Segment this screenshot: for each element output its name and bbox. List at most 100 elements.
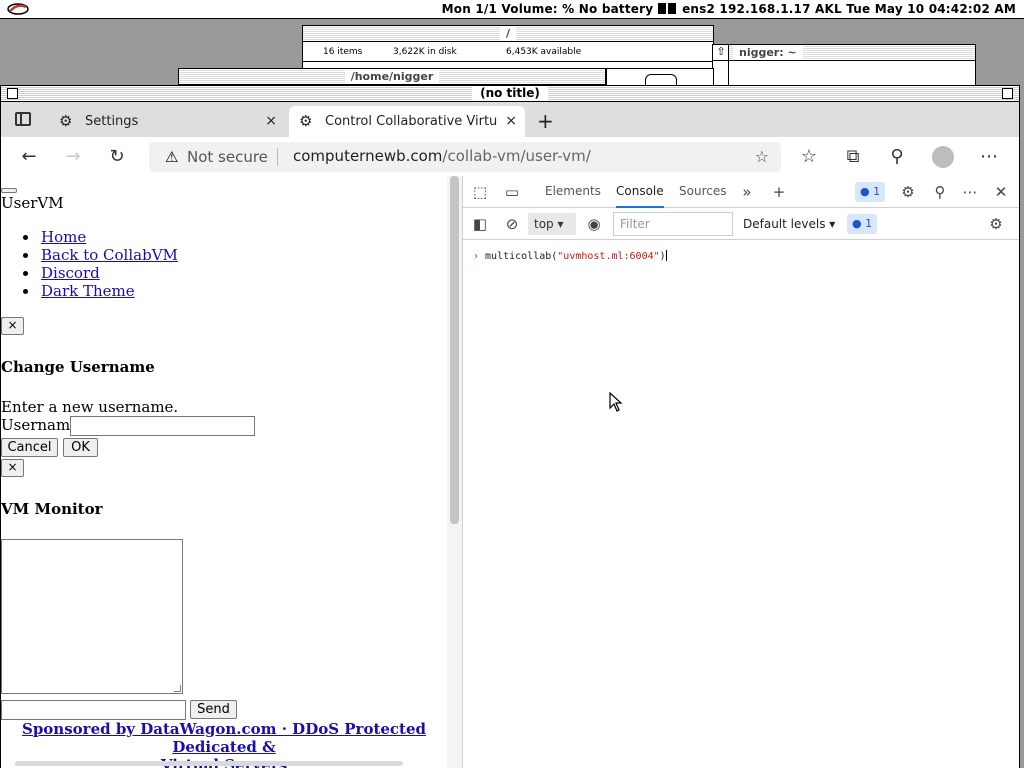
more-menu-icon[interactable]: ⋯: [977, 145, 1001, 169]
ok-button[interactable]: OK: [63, 438, 98, 457]
console-input-line[interactable]: › multicollab("uvmhost.ml:6004"): [473, 250, 667, 262]
cancel-button[interactable]: Cancel: [1, 438, 58, 457]
close-devtools-icon[interactable]: ✕: [990, 182, 1012, 202]
file-manager-title: /: [499, 27, 517, 40]
system-menu-bar: Mon 1/1 Volume: % No battery ens2 192.16…: [0, 0, 1024, 19]
file-manager-titlebar[interactable]: /: [303, 26, 713, 42]
console-filter-bar: ◧ ⊘ top ▾ ◉ Filter Default levels ▾ ● 1 …: [463, 208, 1019, 240]
issues-badge-filter[interactable]: ● 1: [847, 214, 878, 234]
status-right: ens2 192.168.1.17 AKL Tue May 10 04:42:0…: [682, 2, 1016, 16]
status-left: Mon 1/1 Volume: % No battery: [441, 2, 654, 16]
close-username-dialog-button[interactable]: ×: [1, 317, 24, 335]
username-input[interactable]: [70, 416, 255, 436]
file-manager-info: 16 items 3,622K in disk 6,453K available: [303, 42, 713, 62]
status-block-icon: [657, 3, 666, 14]
page-scrollbar[interactable]: [447, 176, 462, 768]
window-close-box[interactable]: [7, 88, 18, 99]
url-host: computernewb.com: [293, 147, 443, 165]
terminal-title: nigger: ~: [733, 46, 803, 59]
page-icon: ⚙: [299, 112, 313, 130]
filter-input[interactable]: Filter: [613, 212, 733, 236]
terminal-titlebar[interactable]: nigger: ~: [729, 45, 975, 61]
new-tab-button[interactable]: +: [537, 106, 557, 137]
back-icon[interactable]: ←: [17, 145, 41, 169]
gear-icon: ⚙: [59, 112, 73, 130]
tab-close-button[interactable]: ×: [265, 106, 277, 137]
tab-elements[interactable]: Elements: [545, 176, 601, 208]
tab-strip: ⚙ Settings × ⚙ Control Collaborative Vir…: [1, 102, 1019, 137]
tab-sources[interactable]: Sources: [679, 176, 726, 208]
add-favorite-icon[interactable]: ☆: [755, 147, 769, 166]
sidebar-toggle-icon[interactable]: ◧: [469, 214, 491, 234]
settings-gear-icon[interactable]: ⚙: [897, 182, 919, 202]
sponsor-line-1[interactable]: Sponsored by DataWagon.com · DDoS Protec…: [22, 720, 426, 756]
more-options-icon[interactable]: ⋯: [959, 182, 981, 202]
issues-count: 1: [865, 217, 873, 230]
home-titlebar[interactable]: /home/nigger: [179, 69, 605, 85]
window-zoom-box[interactable]: [1002, 88, 1013, 99]
clear-console-icon[interactable]: ⊘: [501, 214, 523, 234]
tab-actions-icon[interactable]: [15, 112, 31, 126]
item-count: 16 items: [323, 47, 363, 57]
send-button[interactable]: Send: [190, 700, 237, 719]
window-titlebar[interactable]: (no title): [1, 86, 1019, 102]
tab-settings[interactable]: ⚙ Settings ×: [49, 106, 285, 137]
address-toolbar: ← → ↻ ⚠ Not secure computernewb.com/coll…: [1, 137, 1019, 177]
profile-icon[interactable]: [931, 145, 955, 169]
more-tabs-icon[interactable]: »: [736, 182, 758, 202]
warning-icon[interactable]: ⚠: [165, 148, 178, 166]
reload-icon[interactable]: ↻: [105, 145, 129, 169]
vm-command-input[interactable]: [1, 700, 186, 720]
window-title: (no title): [472, 86, 548, 101]
favorites-icon[interactable]: ☆: [797, 145, 821, 169]
address-bar[interactable]: ⚠ Not secure computernewb.com/collab-vm/…: [149, 142, 781, 172]
nav-item-back[interactable]: Back to CollabVM: [23, 246, 178, 264]
collections-icon[interactable]: ⧉: [841, 145, 865, 169]
system-logo-icon[interactable]: [6, 1, 30, 17]
customize-icon[interactable]: ⚲: [929, 182, 951, 202]
change-username-title: Change Username: [1, 358, 155, 376]
nav-link[interactable]: Discord: [41, 264, 100, 282]
console-code: multicollab(: [485, 251, 558, 262]
nav-item-discord[interactable]: Discord: [23, 264, 178, 282]
live-expression-eye-icon[interactable]: ◉: [583, 214, 605, 234]
devtools-panel: ⬚ ▭ Elements Console Sources » + ● 1 ⚙ ⚲…: [463, 176, 1019, 768]
username-label: Username: [1, 416, 80, 434]
home-title: /home/nigger: [344, 70, 440, 83]
add-panel-icon[interactable]: +: [768, 182, 790, 202]
security-label[interactable]: Not secure: [187, 148, 268, 166]
nav-item-home[interactable]: Home: [23, 228, 178, 246]
page-shadow: [15, 761, 403, 766]
extensions-icon[interactable]: ⚲: [885, 145, 909, 169]
tab-collabvm[interactable]: ⚙ Control Collaborative Virtu ×: [289, 106, 525, 137]
tab-close-button[interactable]: ×: [505, 106, 517, 137]
log-levels-select[interactable]: Default levels ▾: [743, 212, 835, 236]
navbar-toggle-button[interactable]: [1, 188, 17, 193]
terminal-window[interactable]: nigger: ~: [728, 44, 976, 86]
scrollbar-thumb[interactable]: [450, 176, 459, 524]
nav-link[interactable]: Dark Theme: [41, 282, 135, 300]
nav-item-dark-theme[interactable]: Dark Theme: [23, 282, 178, 300]
web-page: UserVM Home Back to CollabVM Discord Dar…: [1, 176, 447, 768]
close-vm-monitor-button[interactable]: ×: [1, 459, 24, 477]
nav-list: Home Back to CollabVM Discord Dark Theme: [23, 228, 178, 300]
nav-link[interactable]: Back to CollabVM: [41, 246, 178, 264]
device-toolbar-icon[interactable]: ▭: [501, 182, 523, 202]
status-block-icon: [667, 3, 676, 14]
inspect-icon[interactable]: ⬚: [469, 182, 491, 202]
issues-count: 1: [873, 185, 881, 198]
system-status: Mon 1/1 Volume: % No battery ens2 192.16…: [442, 2, 1016, 16]
vm-monitor-title: VM Monitor: [1, 500, 103, 518]
site-heading: UserVM: [1, 194, 64, 212]
resize-handle-icon[interactable]: [174, 685, 181, 692]
tab-console[interactable]: Console: [616, 176, 664, 208]
nav-link[interactable]: Home: [41, 228, 86, 246]
url-text[interactable]: computernewb.com/collab-vm/user-vm/: [293, 147, 591, 165]
tab-label: Settings: [85, 114, 139, 129]
issues-badge[interactable]: ● 1: [855, 182, 886, 202]
context-select[interactable]: top ▾: [528, 213, 576, 235]
console-settings-icon[interactable]: ⚙: [985, 214, 1007, 234]
forward-icon[interactable]: →: [61, 145, 85, 169]
vm-monitor-output[interactable]: [1, 539, 183, 694]
mouse-pointer-icon: [609, 392, 623, 412]
